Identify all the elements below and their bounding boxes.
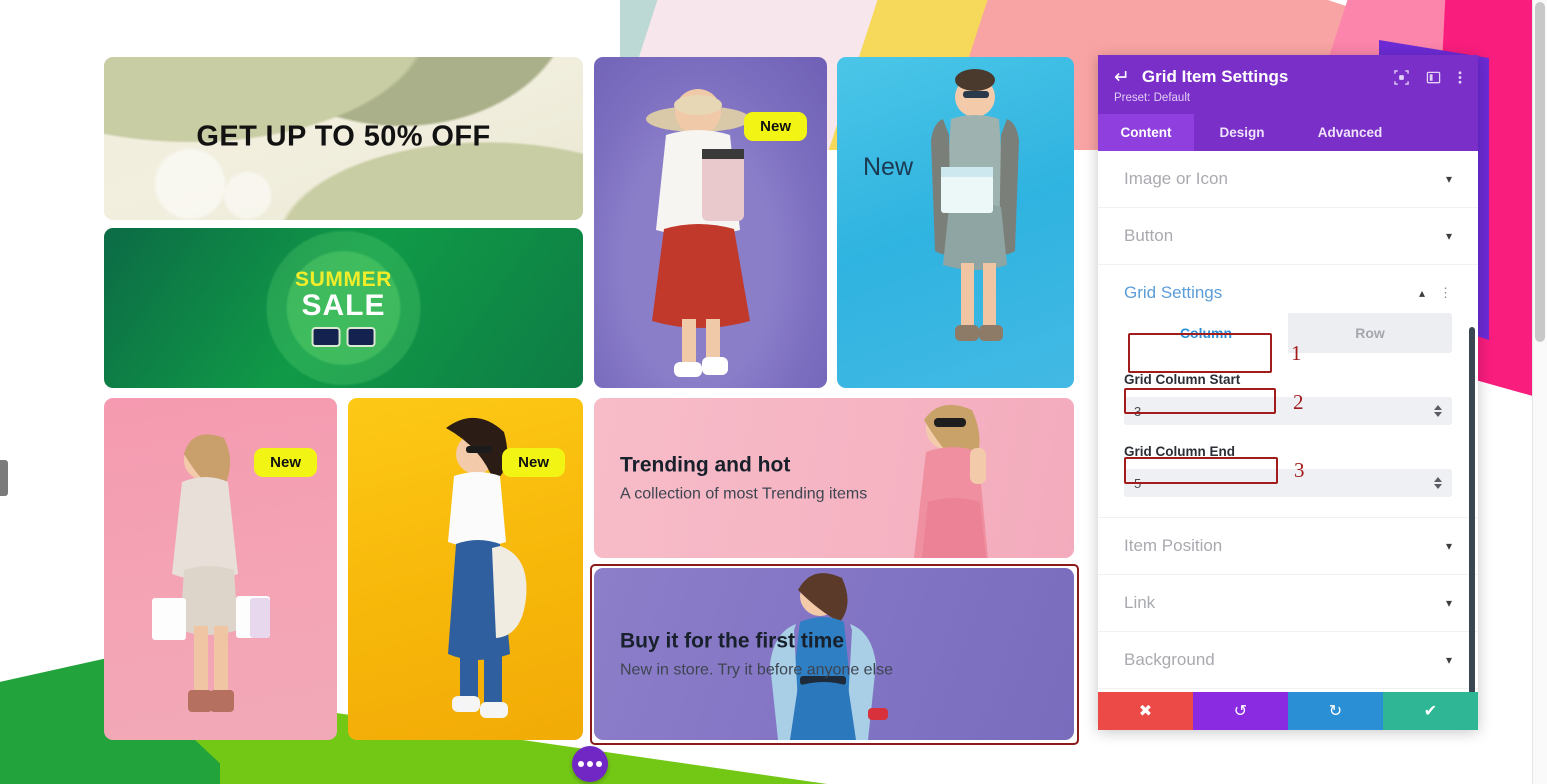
product-card-pink[interactable]: New bbox=[104, 398, 337, 740]
chevron-up-icon: ▴ bbox=[1418, 286, 1425, 300]
stepper-icon[interactable] bbox=[1434, 477, 1442, 489]
grid-column-end-input[interactable] bbox=[1124, 469, 1452, 497]
layout-columns-icon[interactable] bbox=[1426, 70, 1441, 85]
annotation-number-3: 3 bbox=[1294, 458, 1305, 482]
dot-icon bbox=[596, 761, 602, 767]
save-button[interactable]: ✔ bbox=[1383, 692, 1478, 730]
section-button[interactable]: Button ▾ bbox=[1098, 208, 1478, 265]
section-label: Background bbox=[1124, 650, 1215, 669]
chevron-down-icon: ▾ bbox=[1445, 539, 1452, 553]
page-canvas: GET UP TO 50% OFF SUMMER SALE New New Ne… bbox=[0, 0, 1098, 784]
field-label: Grid Column Start bbox=[1124, 372, 1241, 387]
badge-new: New bbox=[863, 153, 914, 181]
stepper-icon[interactable] bbox=[1434, 405, 1442, 417]
banner-trending-title: Trending and hot bbox=[620, 453, 791, 477]
panel-footer-actions: ✖ ↺ ↻ ✔ bbox=[1098, 692, 1478, 730]
section-link[interactable]: Link ▾ bbox=[1098, 575, 1478, 632]
section-label: Link bbox=[1124, 593, 1156, 612]
product-card-purple[interactable]: New bbox=[594, 57, 827, 388]
dot-icon bbox=[578, 761, 584, 767]
cancel-button[interactable]: ✖ bbox=[1098, 692, 1193, 730]
panel-body: Image or Icon ▾ Button ▾ Grid Settings ▴… bbox=[1098, 151, 1478, 692]
grid-column-end-value[interactable] bbox=[1134, 475, 1434, 491]
section-image-or-icon[interactable]: Image or Icon ▾ bbox=[1098, 151, 1478, 208]
undo-button[interactable]: ↺ bbox=[1193, 692, 1288, 730]
field-grid-column-end: Grid Column End bbox=[1124, 443, 1452, 497]
segment-column[interactable]: Column bbox=[1124, 313, 1288, 353]
product-card-yellow[interactable]: New bbox=[348, 398, 583, 740]
banner-trending-text: Trending and hot A collection of most Tr… bbox=[620, 452, 867, 503]
banner-buy-text: Buy it for the first time New in store. … bbox=[620, 628, 893, 679]
banner-trending-and-hot[interactable]: Trending and hot A collection of most Tr… bbox=[594, 398, 1074, 558]
field-grid-column-start: Grid Column Start bbox=[1124, 371, 1452, 425]
panel-title: Grid Item Settings bbox=[1141, 67, 1289, 86]
chevron-down-icon: ▾ bbox=[1445, 596, 1452, 610]
chevron-down-icon: ▾ bbox=[1445, 172, 1452, 186]
field-label: Grid Column End bbox=[1124, 444, 1235, 459]
section-background[interactable]: Background ▾ bbox=[1098, 632, 1478, 689]
browser-scrollbar-thumb[interactable] bbox=[1535, 2, 1545, 342]
section-label: Button bbox=[1124, 226, 1174, 245]
badge-new: New bbox=[254, 448, 317, 477]
sunglasses-icon bbox=[295, 327, 392, 347]
panel-scrollbar[interactable] bbox=[1469, 327, 1475, 692]
tab-content[interactable]: Content bbox=[1098, 114, 1194, 151]
kebab-menu-icon[interactable]: ⋮ bbox=[1439, 285, 1452, 301]
banner-summer-sale[interactable]: SUMMER SALE bbox=[104, 228, 583, 388]
banner-get-up-to-50-off[interactable]: GET UP TO 50% OFF bbox=[104, 57, 583, 220]
banner-trending-subtitle: A collection of most Trending items bbox=[620, 485, 868, 503]
grid-item-settings-panel: ↵ Grid Item Settings Preset: Default Con… bbox=[1098, 55, 1478, 730]
redo-button[interactable]: ↻ bbox=[1288, 692, 1383, 730]
panel-preset[interactable]: Preset: Default bbox=[1114, 92, 1462, 104]
section-label: Image or Icon bbox=[1124, 169, 1228, 188]
chevron-down-icon: ▾ bbox=[1445, 229, 1452, 243]
more-options-button[interactable] bbox=[572, 746, 608, 782]
banner-buy-it-for-the-first-time[interactable]: Buy it for the first time New in store. … bbox=[594, 568, 1074, 740]
annotation-number-1: 1 bbox=[1291, 341, 1302, 365]
model-illustration bbox=[646, 89, 750, 377]
section-item-position[interactable]: Item Position ▾ bbox=[1098, 518, 1478, 575]
summer-label: SUMMER bbox=[295, 268, 392, 291]
kebab-menu-icon[interactable] bbox=[1458, 70, 1462, 85]
segment-row[interactable]: Row bbox=[1288, 313, 1452, 353]
banner-sale-text: GET UP TO 50% OFF bbox=[196, 120, 491, 153]
product-card-blue[interactable]: New bbox=[837, 57, 1074, 388]
banner-buy-title: Buy it for the first time bbox=[620, 629, 845, 653]
sale-label: SALE bbox=[301, 289, 386, 322]
badge-new: New bbox=[744, 112, 807, 141]
grid-column-start-input[interactable] bbox=[1124, 397, 1452, 425]
summer-sale-badge: SUMMER SALE bbox=[295, 269, 392, 347]
section-grid-settings[interactable]: Grid Settings ▴ ⋮ bbox=[1098, 265, 1478, 309]
tab-design[interactable]: Design bbox=[1194, 114, 1290, 151]
app-screenshot: GET UP TO 50% OFF SUMMER SALE New New Ne… bbox=[0, 0, 1547, 784]
annotation-number-2: 2 bbox=[1293, 390, 1304, 414]
grid-settings-body: Column Row Grid Column Start Grid Column… bbox=[1098, 309, 1478, 518]
model-illustration bbox=[931, 69, 1019, 341]
dot-icon bbox=[587, 761, 593, 767]
panel-tabs: Content Design Advanced bbox=[1098, 114, 1478, 151]
left-edge-handle[interactable] bbox=[0, 460, 8, 496]
section-label: Grid Settings bbox=[1124, 283, 1223, 302]
badge-new: New bbox=[502, 448, 565, 477]
section-label: Item Position bbox=[1124, 536, 1223, 555]
browser-scrollbar[interactable] bbox=[1532, 0, 1547, 784]
panel-header: ↵ Grid Item Settings Preset: Default bbox=[1098, 55, 1478, 114]
tab-advanced[interactable]: Advanced bbox=[1290, 114, 1410, 151]
chevron-down-icon: ▾ bbox=[1445, 653, 1452, 667]
back-arrow-icon[interactable]: ↵ bbox=[1114, 68, 1130, 87]
column-row-toggle: Column Row bbox=[1124, 313, 1452, 353]
grid-column-start-value[interactable] bbox=[1134, 403, 1434, 419]
banner-buy-subtitle: New in store. Try it before anyone else bbox=[620, 661, 894, 679]
focus-target-icon[interactable] bbox=[1394, 69, 1409, 85]
